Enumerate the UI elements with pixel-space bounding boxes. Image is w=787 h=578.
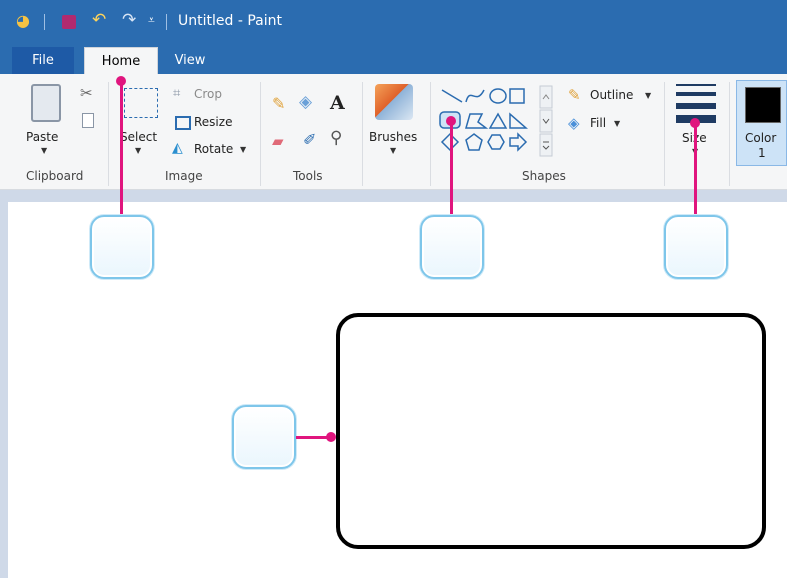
line-size-icon-2	[676, 92, 716, 96]
color1-button[interactable]: Color 1	[736, 80, 787, 166]
chevron-down-icon: ▼	[135, 146, 142, 155]
fill-label[interactable]: Fill	[590, 116, 606, 130]
ribbon-separator	[362, 82, 363, 186]
cut-icon[interactable]: ✂	[80, 84, 93, 102]
callout-line-shape	[296, 436, 330, 439]
title-bar: ◕ ↶ ↷ ⩡ Untitled - Paint	[0, 0, 787, 44]
fill-icon[interactable]: ◈	[568, 114, 580, 132]
callout-box-home	[90, 215, 154, 279]
chevron-down-icon: ▼	[614, 119, 621, 128]
copy-icon[interactable]	[82, 113, 94, 128]
rotate-icon[interactable]: ◭	[172, 140, 183, 156]
brushes-button[interactable]: Brushes ▼	[366, 82, 424, 168]
tab-view[interactable]: View	[160, 47, 220, 74]
ribbon-separator	[260, 82, 261, 186]
callout-box-shape	[232, 405, 296, 469]
magnifier-icon[interactable]: ⚲	[330, 128, 342, 148]
right-triangle-shape-icon[interactable]	[509, 112, 528, 129]
callout-line-shapes	[450, 120, 453, 216]
callout-dot-shapes	[446, 116, 456, 126]
ribbon-separator	[729, 82, 730, 186]
rectangle-shape-icon[interactable]	[509, 88, 525, 104]
callout-line-home	[120, 80, 123, 216]
color1-label: Color	[745, 131, 777, 145]
hexagon-shape-icon[interactable]	[487, 134, 505, 150]
line-size-icon-3	[676, 103, 716, 109]
rotate-label[interactable]: Rotate	[194, 142, 233, 156]
callout-dot-shape	[326, 432, 336, 442]
polygon-shape-icon[interactable]	[465, 113, 489, 129]
paste-button[interactable]: Paste ▼	[22, 84, 70, 164]
gallery-expand-button[interactable]	[539, 133, 553, 157]
chevron-down-icon: ▼	[645, 91, 652, 100]
fill-bucket-icon[interactable]: ◈	[299, 92, 312, 112]
callout-dot-size	[690, 118, 700, 128]
select-button[interactable]: Select ▼	[118, 84, 162, 164]
rounded-rectangle-drawing[interactable]	[336, 313, 766, 549]
resize-label[interactable]: Resize	[194, 115, 232, 129]
undo-icon[interactable]: ↶	[92, 10, 106, 30]
select-marquee-icon	[124, 88, 158, 118]
tools-group-label: Tools	[293, 169, 323, 183]
ribbon-separator	[664, 82, 665, 186]
outline-label[interactable]: Outline	[590, 88, 633, 102]
chevron-down-icon: ▼	[41, 146, 48, 155]
eraser-icon[interactable]: ▰	[272, 132, 284, 150]
color-picker-icon[interactable]: ✐	[303, 130, 316, 149]
customize-quick-access-icon[interactable]: ⩡	[148, 13, 155, 28]
chevron-down-icon: ▼	[240, 145, 247, 154]
oval-shape-icon[interactable]	[489, 88, 507, 104]
brushes-label: Brushes	[369, 130, 418, 144]
paint-app-icon[interactable]: ◕	[16, 11, 30, 30]
callout-box-shapes	[420, 215, 484, 279]
paste-label: Paste	[26, 130, 59, 144]
brush-icon	[375, 84, 413, 120]
shapes-group-label: Shapes	[522, 169, 566, 183]
title-divider-2	[166, 14, 167, 30]
redo-icon[interactable]: ↷	[122, 10, 136, 30]
save-icon[interactable]	[62, 15, 76, 29]
tab-file[interactable]: File	[12, 47, 74, 74]
triangle-shape-icon[interactable]	[488, 112, 508, 129]
crop-icon[interactable]: ⌗	[173, 86, 180, 101]
select-label: Select	[120, 130, 158, 144]
ribbon-separator	[430, 82, 431, 186]
callout-line-size	[694, 122, 697, 216]
clipboard-icon	[31, 84, 61, 122]
line-shape-icon[interactable]	[441, 89, 463, 103]
pentagon-shape-icon[interactable]	[465, 133, 483, 151]
outline-icon[interactable]: ✎	[568, 86, 581, 104]
color1-index: 1	[758, 146, 766, 160]
window-title: Untitled - Paint	[178, 13, 282, 29]
text-icon[interactable]: A	[330, 92, 345, 114]
curve-shape-icon[interactable]	[465, 89, 485, 103]
color1-swatch	[745, 87, 781, 123]
image-group-label: Image	[165, 169, 203, 183]
callout-dot-home	[116, 76, 126, 86]
pencil-icon[interactable]: ✎	[272, 94, 285, 113]
crop-label[interactable]: Crop	[194, 87, 222, 101]
tab-home[interactable]: Home	[84, 47, 158, 75]
resize-icon[interactable]	[175, 116, 191, 130]
title-divider	[44, 14, 45, 30]
callout-box-size	[664, 215, 728, 279]
arrow-shape-icon[interactable]	[509, 132, 528, 152]
ribbon-separator	[108, 82, 109, 186]
clipboard-group-label: Clipboard	[26, 169, 84, 183]
gallery-scroll-down-button[interactable]	[539, 109, 553, 133]
chevron-down-icon: ▼	[390, 146, 397, 155]
line-size-icon	[676, 84, 716, 86]
gallery-scroll-up-button[interactable]	[539, 85, 553, 109]
